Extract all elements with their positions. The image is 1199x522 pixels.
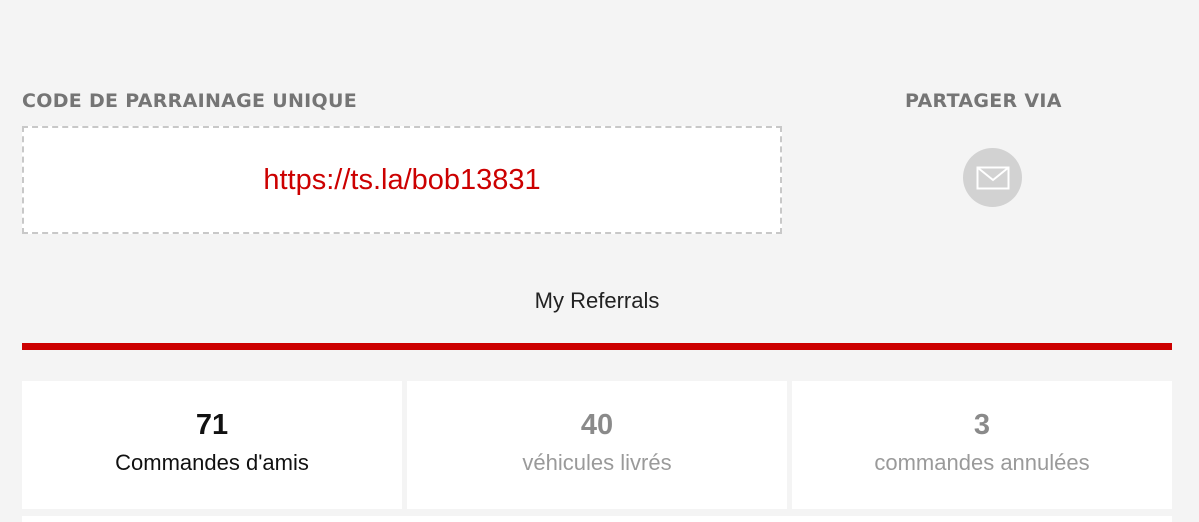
- stat-delivered-vehicles[interactable]: 40 véhicules livrés: [407, 381, 787, 509]
- referral-code-box[interactable]: https://ts.la/bob13831: [22, 126, 782, 234]
- share-via-heading: PARTAGER VIA: [905, 90, 1062, 112]
- email-share-button[interactable]: [963, 148, 1022, 207]
- tab-my-referrals[interactable]: My Referrals: [22, 290, 1172, 312]
- active-tab-indicator: [22, 343, 1172, 350]
- referral-stats: 71 Commandes d'amis 40 véhicules livrés …: [22, 381, 1172, 509]
- stat-value: 40: [580, 409, 614, 441]
- stat-label: Commandes d'amis: [115, 450, 309, 475]
- email-icon: [976, 166, 1009, 189]
- referral-code-link[interactable]: https://ts.la/bob13831: [263, 164, 540, 197]
- referral-code-heading: CODE DE PARRAINAGE UNIQUE: [22, 90, 357, 112]
- list-top-edge: [22, 516, 1172, 522]
- stat-label: véhicules livrés: [522, 450, 672, 475]
- stat-label: commandes annulées: [874, 450, 1090, 475]
- stat-friends-orders[interactable]: 71 Commandes d'amis: [22, 381, 402, 509]
- stat-value: 3: [973, 409, 991, 441]
- stat-value: 71: [195, 409, 229, 441]
- stat-cancelled-orders[interactable]: 3 commandes annulées: [792, 381, 1172, 509]
